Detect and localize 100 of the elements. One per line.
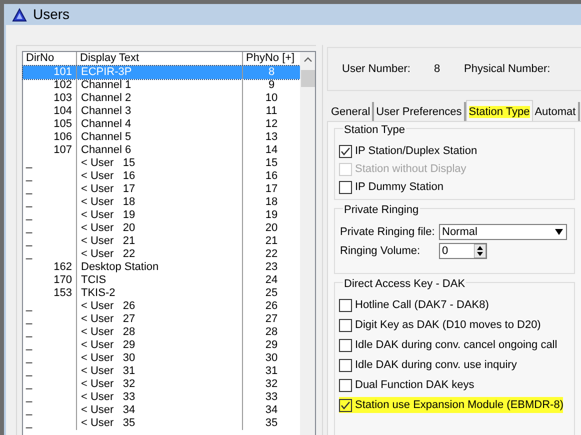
checkbox-icon[interactable]: [339, 318, 352, 332]
list-row[interactable]: 162 Desktop Station 23: [23, 261, 300, 274]
list-row[interactable]: _ < User 21 21: [23, 235, 300, 248]
group-title: Private Ringing: [343, 202, 420, 218]
list-row[interactable]: _ < User 22 22: [23, 248, 300, 261]
table-cell: < User 22: [77, 248, 243, 261]
list-row[interactable]: 102 Channel 1 9: [23, 79, 300, 92]
list-row[interactable]: _ < User 31 31: [23, 365, 300, 378]
scroll-thumb[interactable]: [300, 70, 314, 87]
field-label: Ringing Volume:: [339, 244, 422, 259]
table-cell-text: _: [24, 352, 34, 365]
table-cell-text: _: [24, 157, 34, 170]
table-cell-text: 32: [264, 378, 279, 391]
list-row[interactable]: _ < User 16 16: [23, 170, 300, 183]
spinner-arrows-icon[interactable]: [474, 244, 486, 258]
list-row[interactable]: 170 TCIS 24: [23, 274, 300, 287]
table-cell: Channel 4: [77, 118, 243, 131]
table-cell-text: _: [24, 235, 34, 248]
table-cell: < User 17: [77, 183, 243, 196]
field-value: 8: [434, 62, 442, 77]
table-cell-text: 25: [264, 287, 279, 300]
table-cell-text: 102: [52, 79, 73, 92]
list-row[interactable]: _ < User 18 18: [23, 196, 300, 209]
table-cell: < User 18: [77, 196, 243, 209]
checkbox-icon[interactable]: [339, 298, 352, 312]
table-cell-text: 153: [52, 287, 73, 300]
list-row[interactable]: _ < User 33 33: [23, 391, 300, 404]
ringing-file-dropdown[interactable]: Normal: [439, 224, 567, 240]
checked-checkbox-icon[interactable]: [339, 398, 352, 412]
list-row[interactable]: _ < User 26 26: [23, 300, 300, 313]
field-label: Physical Number:: [464, 62, 550, 77]
dropdown-arrow-icon[interactable]: [555, 229, 563, 235]
table-cell-text: 20: [264, 222, 279, 235]
table-cell: < User 29: [77, 339, 243, 352]
table-cell: Channel 3: [77, 105, 243, 118]
table-cell-text: 33: [264, 391, 279, 404]
list-row[interactable]: 106 Channel 5 13: [23, 131, 300, 144]
table-cell: < User 26: [77, 300, 243, 313]
checkbox-row[interactable]: Digit Key as DAK (D10 moves to D20): [339, 317, 541, 333]
table-cell: < User 30: [77, 352, 243, 365]
list-row[interactable]: 105 Channel 4 12: [23, 118, 300, 131]
table-cell-text: 27: [264, 313, 279, 326]
table-cell: Channel 6: [77, 144, 243, 157]
list-row[interactable]: _ < User 15 15: [23, 157, 300, 170]
list-row[interactable]: _ < User 17 17: [23, 183, 300, 196]
table-cell-text: _: [24, 339, 34, 352]
list-row[interactable]: 153 TKIS-2 25: [23, 287, 300, 300]
user-list[interactable]: [22, 51, 316, 435]
list-row[interactable]: _ < User 19 19: [23, 209, 300, 222]
checkbox-icon[interactable]: [339, 180, 352, 194]
checkbox-icon[interactable]: [339, 358, 352, 372]
scrollbar[interactable]: [300, 52, 315, 435]
tab[interactable]: Station Type: [466, 100, 533, 121]
checked-checkbox-icon[interactable]: [339, 144, 352, 158]
group-title: Station Type: [343, 122, 406, 138]
column-header[interactable]: PhyNo [+]: [243, 52, 300, 65]
list-row[interactable]: _ < User 30 30: [23, 352, 300, 365]
table-cell-text: 34: [264, 404, 279, 417]
list-row[interactable]: 107 Channel 6 14: [23, 144, 300, 157]
list-row[interactable]: _ < User 27 27: [23, 313, 300, 326]
scroll-up-icon[interactable]: [304, 57, 312, 62]
list-row[interactable]: _ < User 28 28: [23, 326, 300, 339]
warning-triangle-icon: [12, 8, 27, 22]
table-cell-text: 30: [264, 352, 279, 365]
field-label: Private Ringing file:: [339, 224, 436, 240]
table-cell-text: _: [24, 248, 34, 261]
table-cell-text: 26: [264, 300, 279, 313]
checkbox-icon[interactable]: [339, 338, 352, 352]
checkbox-row[interactable]: Hotline Call (DAK7 - DAK8): [339, 297, 489, 313]
table-cell-text: _: [24, 391, 34, 404]
table-cell: < User 34: [77, 404, 243, 417]
list-row[interactable]: 103 Channel 2 10: [23, 92, 300, 105]
table-cell-text: 22: [264, 248, 279, 261]
list-row[interactable]: _ < User 34 34: [23, 404, 300, 417]
checkbox-row[interactable]: IP Dummy Station: [339, 179, 444, 195]
checkbox-row[interactable]: Station use Expansion Module (EBMDR-8): [339, 397, 564, 413]
table-cell-text: 29: [264, 339, 279, 352]
checkbox-icon[interactable]: [339, 378, 352, 392]
group-title: Direct Access Key - DAK: [343, 276, 466, 292]
checkbox-row[interactable]: Dual Function DAK keys: [339, 377, 474, 393]
ringing-volume-spinner[interactable]: 0: [439, 243, 487, 259]
table-cell-text: _: [24, 417, 34, 430]
checkbox-row[interactable]: Idle DAK during conv. cancel ongoing call: [339, 337, 558, 353]
table-cell: < User 16: [77, 170, 243, 183]
checkbox-row[interactable]: IP Station/Duplex Station: [339, 143, 478, 159]
table-cell-text: _: [24, 404, 34, 417]
list-row[interactable]: _ < User 20 20: [23, 222, 300, 235]
table-cell-text: _: [24, 183, 34, 196]
list-row[interactable]: _ < User 35 35: [23, 417, 300, 430]
checkbox-row[interactable]: Idle DAK during conv. use inquiry: [339, 357, 517, 373]
table-cell-text: 101: [52, 66, 73, 79]
list-row[interactable]: 104 Channel 3 11: [23, 105, 300, 118]
table-cell-text: 24: [264, 274, 279, 287]
field-label: User Number:: [342, 62, 412, 77]
table-cell: < User 21: [77, 235, 243, 248]
list-row[interactable]: _ < User 32 32: [23, 378, 300, 391]
table-cell: Channel 2: [77, 92, 243, 105]
list-row[interactable]: _ < User 29 29: [23, 339, 300, 352]
table-cell-text: _: [24, 326, 34, 339]
table-cell-text: 17: [264, 183, 279, 196]
